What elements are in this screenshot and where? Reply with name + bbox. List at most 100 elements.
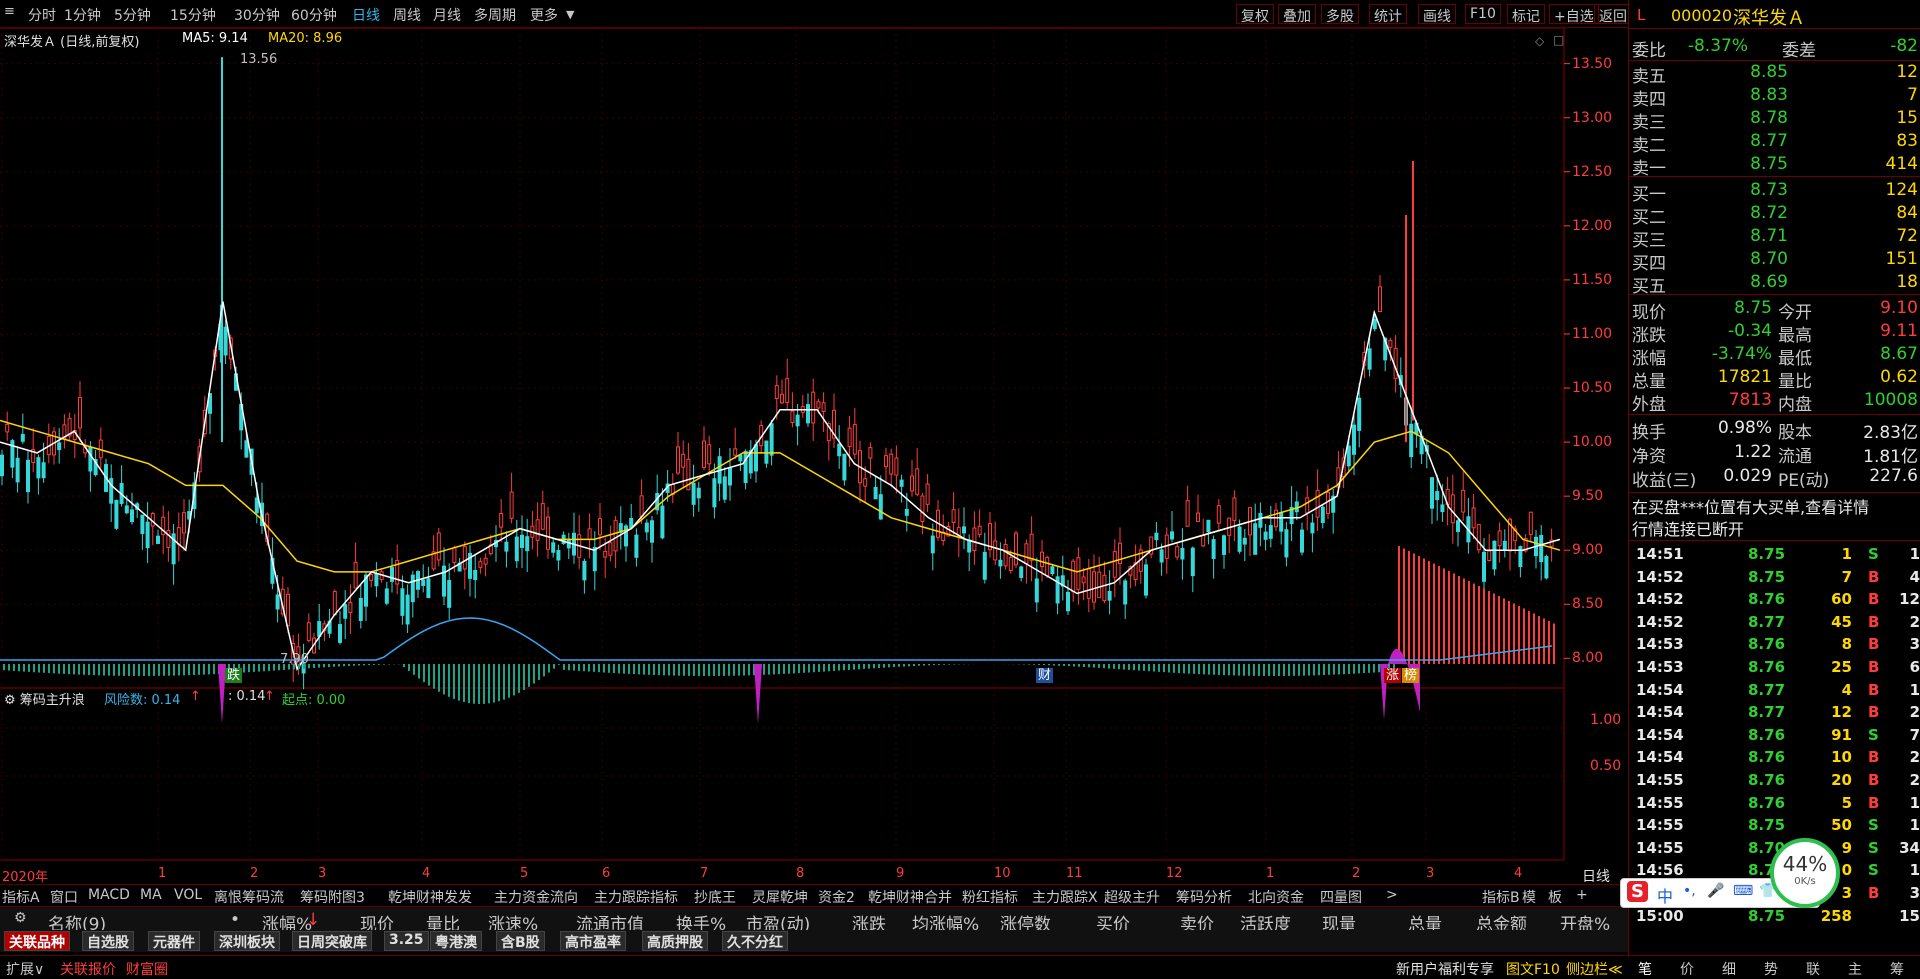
period-tab[interactable]: 30分钟: [234, 5, 280, 25]
indicator-tab[interactable]: 筹码分析: [1176, 887, 1232, 907]
overlay-button[interactable]: 叠加: [1278, 4, 1316, 25]
ask-row[interactable]: 卖三 8.78 15: [1632, 108, 1918, 133]
period-tab[interactable]: 1分钟: [64, 5, 101, 25]
indicator-tab[interactable]: 板: [1548, 887, 1562, 907]
chevron-down-icon[interactable]: ▼: [566, 8, 574, 21]
sector-tab[interactable]: 高市盈率: [560, 931, 626, 951]
settings-gear-icon[interactable]: ⚙: [14, 910, 27, 926]
period-tab[interactable]: 周线: [393, 5, 421, 25]
sidebar-toggle[interactable]: 侧边栏≪: [1566, 959, 1623, 979]
sector-tab[interactable]: 久不分红: [722, 931, 788, 951]
ask-row[interactable]: 卖五 8.85 12: [1632, 62, 1918, 87]
indicator-tab[interactable]: 窗口: [50, 887, 78, 907]
period-tab-more[interactable]: 更多: [530, 5, 558, 25]
badge-finance[interactable]: 财: [1036, 668, 1054, 683]
kline-chart-area[interactable]: [0, 28, 1628, 888]
sector-tab[interactable]: 含B股: [496, 931, 545, 951]
quote-tab[interactable]: 细: [1722, 959, 1736, 979]
sector-tab[interactable]: 元器件: [148, 931, 200, 951]
indicator-tab[interactable]: 筹码附图3: [300, 887, 365, 907]
sogou-icon[interactable]: S: [1627, 881, 1648, 902]
indicator-tab[interactable]: MACD: [88, 887, 130, 903]
period-tab-active[interactable]: 日线: [352, 5, 380, 25]
ime-mode[interactable]: 中: [1657, 883, 1673, 907]
ask-row[interactable]: 卖四 8.83 7: [1632, 85, 1918, 110]
column-header-cell[interactable]: •: [230, 910, 240, 930]
news-link[interactable]: 新用户福利专享: [1396, 959, 1494, 979]
microphone-icon[interactable]: 🎤: [1707, 883, 1724, 899]
square-icon[interactable]: □: [1553, 33, 1564, 47]
quote-tab[interactable]: 主: [1848, 959, 1862, 979]
sector-tab[interactable]: 自选股: [82, 931, 134, 951]
sector-tab[interactable]: 粤港澳: [430, 931, 482, 951]
speed-widget[interactable]: 44% 0K/s: [1770, 838, 1840, 908]
menu-toggle-icon[interactable]: ≡: [4, 4, 15, 19]
indicator-tab[interactable]: 四量图: [1320, 887, 1362, 907]
indicator-tab[interactable]: 指标A: [2, 887, 40, 907]
kline-chart-svg: [0, 28, 1628, 888]
indicator-tab[interactable]: VOL: [174, 887, 202, 903]
multi-stock-button[interactable]: 多股: [1321, 4, 1359, 25]
sector-tab[interactable]: 深圳板块: [214, 931, 280, 951]
indicator-tab[interactable]: 主力跟踪指标: [594, 887, 678, 907]
quote-tab[interactable]: 联: [1806, 959, 1820, 979]
indicator-tab[interactable]: 北向资金: [1248, 887, 1304, 907]
restore-rights-button[interactable]: 复权: [1236, 4, 1274, 25]
indicator-tab[interactable]: 资金2: [818, 887, 855, 907]
bid-row[interactable]: 买一 8.73 124: [1632, 180, 1918, 205]
draw-line-button[interactable]: 画线: [1418, 4, 1456, 25]
punct-icon[interactable]: •,: [1683, 883, 1696, 899]
back-button[interactable]: 返回: [1594, 4, 1632, 25]
bid-row[interactable]: 买四 8.70 151: [1632, 249, 1918, 274]
sector-tab[interactable]: 高质押股: [642, 931, 708, 951]
period-tab[interactable]: 月线: [433, 5, 461, 25]
sector-tab[interactable]: 关联品种: [4, 931, 70, 951]
indicator-tab[interactable]: 主力跟踪X: [1032, 887, 1098, 907]
ask-row[interactable]: 卖一 8.75 414: [1632, 154, 1918, 179]
indicator-tab[interactable]: 主力资金流向: [494, 887, 578, 907]
indicator-tab[interactable]: MA: [140, 887, 162, 903]
badge-rank[interactable]: 榜: [1402, 668, 1420, 683]
bid-row[interactable]: 买三 8.71 72: [1632, 226, 1918, 251]
keyboard-icon[interactable]: ⌨: [1733, 883, 1753, 899]
bid-row[interactable]: 买五 8.69 18: [1632, 272, 1918, 297]
mark-button[interactable]: 标记: [1507, 4, 1545, 25]
indicator-tab[interactable]: 乾坤财神合并: [868, 887, 952, 907]
f10-button[interactable]: F10: [1465, 4, 1501, 24]
ask-row[interactable]: 卖二 8.77 83: [1632, 131, 1918, 156]
wealth-circle-tab[interactable]: 财富圈: [126, 959, 168, 979]
f10-link[interactable]: 图文F10: [1506, 959, 1560, 979]
quote-tab[interactable]: 筹: [1890, 959, 1904, 979]
badge-down[interactable]: 跌: [225, 668, 243, 683]
indicator-tab[interactable]: 灵犀乾坤: [752, 887, 808, 907]
indicator-tab[interactable]: 乾坤财神发发: [388, 887, 472, 907]
stat-label: 净资: [1632, 447, 1666, 467]
expand-button[interactable]: 扩展∨: [6, 959, 44, 979]
badge-up[interactable]: 涨: [1384, 668, 1402, 683]
indicator-tab[interactable]: +: [1576, 887, 1588, 903]
period-tab[interactable]: 多周期: [474, 5, 516, 25]
add-watchlist-button[interactable]: +自选: [1549, 4, 1599, 25]
quote-tab[interactable]: 势: [1764, 959, 1778, 979]
gear-icon[interactable]: ⚙: [4, 693, 16, 708]
quote-tab[interactable]: 笔: [1638, 959, 1652, 979]
indicator-tab[interactable]: 指标B: [1482, 887, 1520, 907]
diamond-icon[interactable]: ◇: [1535, 34, 1544, 48]
stats-button[interactable]: 统计: [1369, 4, 1407, 25]
period-tab[interactable]: 分时: [28, 5, 56, 25]
indicator-tab[interactable]: 超级主升: [1104, 887, 1160, 907]
related-quote-tab[interactable]: 关联报价: [60, 959, 116, 979]
bid-row[interactable]: 买二 8.72 84: [1632, 203, 1918, 228]
period-tab[interactable]: 5分钟: [114, 5, 151, 25]
quote-tab[interactable]: 价: [1680, 959, 1694, 979]
indicator-tab[interactable]: 离恨筹码流: [214, 887, 284, 907]
indicator-tab[interactable]: 抄底王: [694, 887, 736, 907]
big-order-notice[interactable]: 在买盘***位置有大买单,查看详情: [1632, 494, 1869, 518]
indicator-tab[interactable]: 模: [1522, 887, 1536, 907]
indicator-tab[interactable]: >: [1386, 887, 1398, 903]
sector-tab[interactable]: 3.25: [384, 931, 429, 951]
indicator-tab[interactable]: 粉红指标: [962, 887, 1018, 907]
period-tab[interactable]: 15分钟: [170, 5, 216, 25]
period-tab[interactable]: 60分钟: [291, 5, 337, 25]
sector-tab[interactable]: 日周突破库: [292, 931, 372, 951]
